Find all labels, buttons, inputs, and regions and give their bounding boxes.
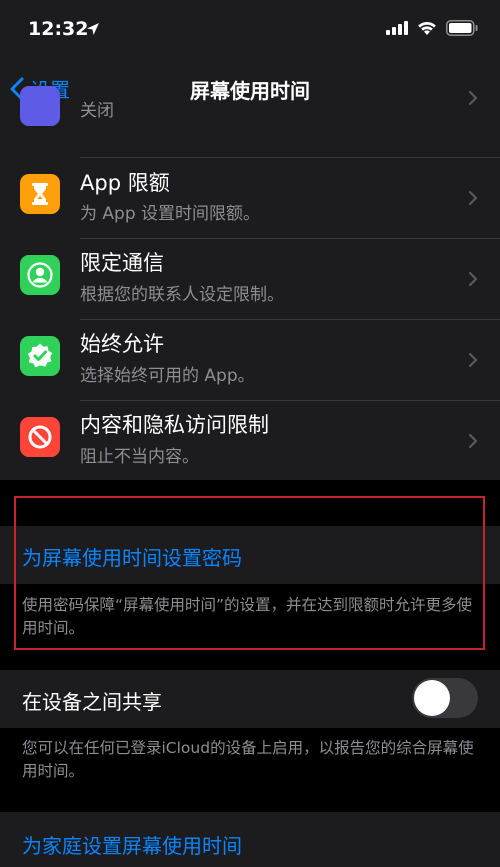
chevron-right-icon [468,352,478,368]
checkmark-badge-icon [20,336,60,376]
list-item-subtitle: 根据您的联系人设定限制。 [80,285,284,305]
list-item-subtitle: 阻止不当内容。 [80,447,199,467]
status-time: 12:32 [28,18,89,40]
list-item-communication-limits[interactable]: 限定通信 根据您的联系人设定限制。 [0,239,500,320]
highlight-annotation-box [14,496,485,650]
battery-icon [446,20,478,36]
chevron-right-icon [468,190,478,206]
list-item-subtitle: 关闭 [80,101,114,121]
moon-icon [20,86,60,126]
share-label: 在设备之间共享 [22,690,162,714]
status-bar: 12:32 [0,0,500,58]
location-arrow-icon [87,23,99,35]
share-across-devices-row: 在设备之间共享 [0,670,500,728]
list-item-always-allowed[interactable]: 始终允许 选择始终可用的 App。 [0,320,500,401]
share-toggle[interactable] [412,678,478,718]
list-item-title: 始终允许 [80,332,164,356]
list-item-subtitle: 选择始终可用的 App。 [80,366,255,386]
toggle-knob [414,680,450,716]
family-setup-label: 为家庭设置屏幕使用时间 [22,834,242,858]
chevron-right-icon [468,271,478,287]
hourglass-icon [20,174,60,214]
settings-list: 关闭 App 限额 为 App 设置时间限额。 限定通信 根据您的联系人设定限制… [0,86,500,482]
status-icons [386,20,478,36]
list-item-content-privacy[interactable]: 内容和隐私访问限制 阻止不当内容。 [0,401,500,482]
list-item-subtitle: 为 App 设置时间限额。 [80,204,261,224]
list-item-title: App 限额 [80,171,170,195]
list-item-app-limits[interactable]: App 限额 为 App 设置时间限额。 [0,158,500,239]
contact-icon [20,255,60,295]
cellular-signal-icon [386,21,408,35]
list-item-title: 内容和隐私访问限制 [80,413,269,437]
prohibited-icon [20,417,60,457]
share-description: 您可以在任何已登录iCloud的设备上启用，以报告您的综合屏幕使用时间。 [22,739,474,780]
wifi-icon [418,21,436,35]
chevron-right-icon [468,90,478,106]
family-setup-button[interactable]: 为家庭设置屏幕使用时间 [0,812,500,867]
list-item-title: 限定通信 [80,251,164,275]
chevron-right-icon [468,433,478,449]
